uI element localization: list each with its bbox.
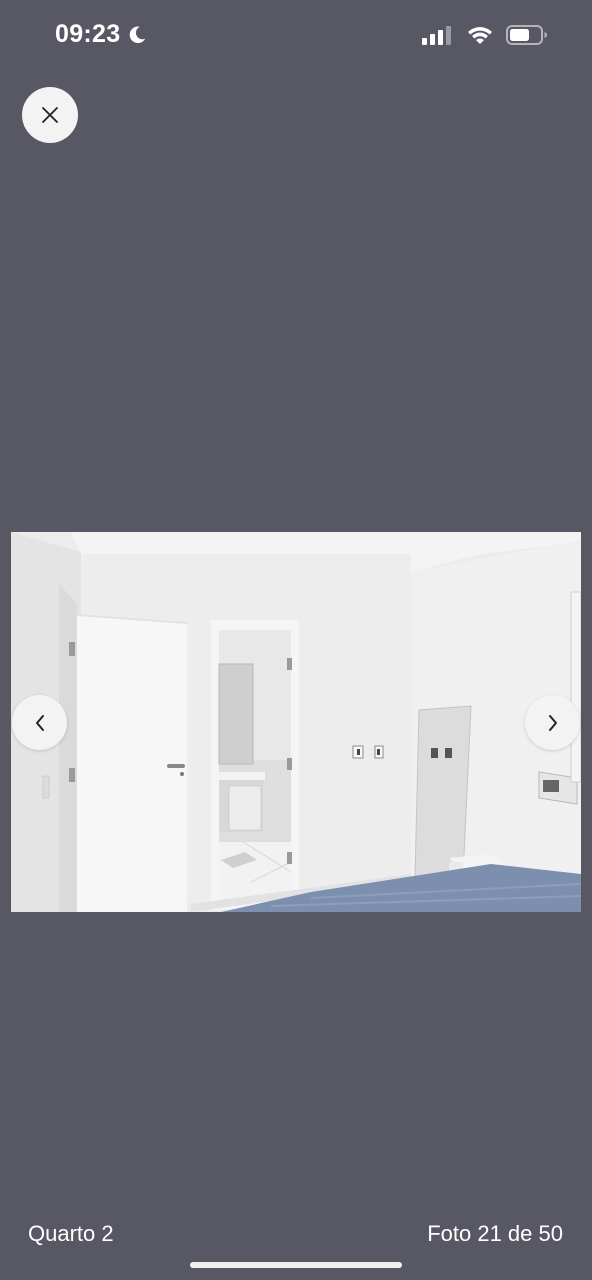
photo-caption: Quarto 2 xyxy=(28,1221,114,1246)
status-icons xyxy=(422,24,548,46)
signal-icon xyxy=(422,26,451,45)
chevron-right-icon xyxy=(548,714,557,731)
wifi-icon xyxy=(468,27,492,44)
room-photo-image xyxy=(11,532,581,912)
chevron-left-icon xyxy=(35,714,44,731)
room-photo[interactable] xyxy=(11,532,581,912)
close-button[interactable] xyxy=(22,87,78,143)
close-icon xyxy=(42,107,58,123)
home-indicator[interactable] xyxy=(190,1262,402,1268)
moon-icon xyxy=(130,26,146,43)
next-photo-button[interactable] xyxy=(525,695,580,750)
previous-photo-button[interactable] xyxy=(12,695,67,750)
time-text: 09:23 xyxy=(55,20,121,48)
status-bar: 09:23 xyxy=(0,0,592,70)
photo-counter: Foto 21 de 50 xyxy=(427,1221,563,1246)
status-time: 09:23 xyxy=(55,20,148,49)
battery-icon xyxy=(506,25,547,45)
